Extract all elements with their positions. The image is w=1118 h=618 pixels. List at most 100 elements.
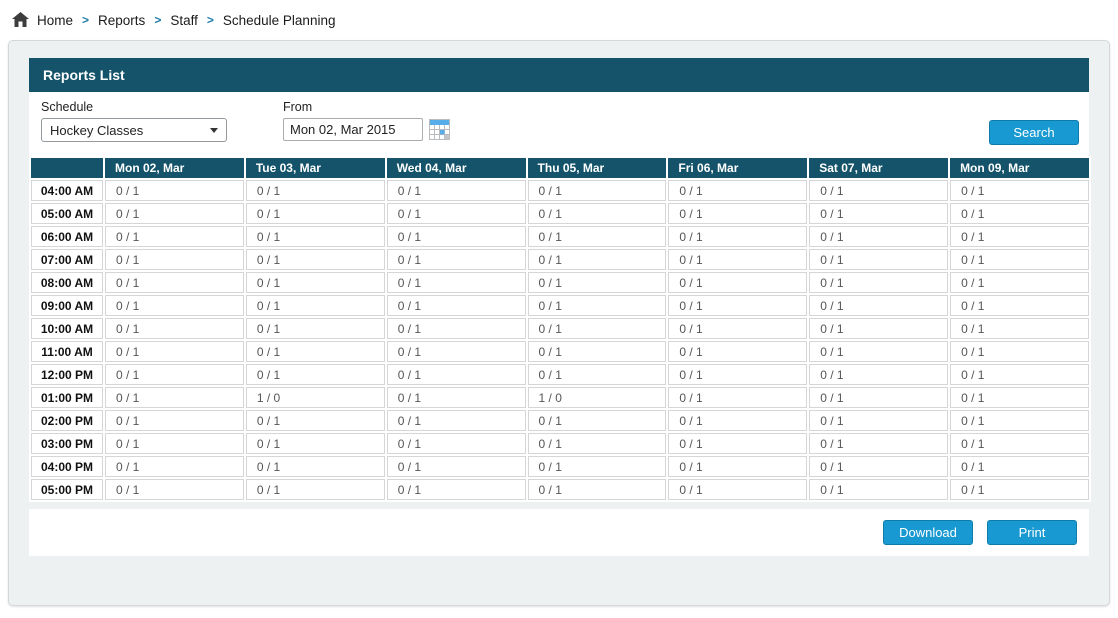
value-cell: 0 / 1 <box>950 364 1089 385</box>
value-cell: 0 / 1 <box>809 387 948 408</box>
schedule-label: Schedule <box>41 100 227 114</box>
time-cell: 03:00 PM <box>31 433 103 454</box>
value-cell: 0 / 1 <box>387 364 526 385</box>
schedule-table-head: Mon 02, MarTue 03, MarWed 04, MarThu 05,… <box>31 158 1089 178</box>
value-cell: 0 / 1 <box>528 410 667 431</box>
value-cell: 0 / 1 <box>387 341 526 362</box>
value-cell: 0 / 1 <box>387 479 526 500</box>
value-cell: 0 / 1 <box>246 272 385 293</box>
table-row: 08:00 AM0 / 10 / 10 / 10 / 10 / 10 / 10 … <box>31 272 1089 293</box>
table-row: 11:00 AM0 / 10 / 10 / 10 / 10 / 10 / 10 … <box>31 341 1089 362</box>
value-cell: 0 / 1 <box>809 203 948 224</box>
breadcrumb-separator: > <box>82 13 89 27</box>
value-cell: 0 / 1 <box>950 180 1089 201</box>
value-cell: 0 / 1 <box>668 456 807 477</box>
breadcrumb-item-home[interactable]: Home <box>37 13 73 28</box>
calendar-icon[interactable] <box>429 119 450 140</box>
filter-area: Schedule Hockey Classes From <box>29 92 1089 156</box>
time-cell: 12:00 PM <box>31 364 103 385</box>
value-cell: 0 / 1 <box>105 226 244 247</box>
value-cell: 0 / 1 <box>246 479 385 500</box>
time-cell: 09:00 AM <box>31 295 103 316</box>
value-cell: 0 / 1 <box>809 456 948 477</box>
breadcrumb-item-reports[interactable]: Reports <box>98 13 145 28</box>
time-cell: 04:00 PM <box>31 456 103 477</box>
value-cell: 0 / 1 <box>105 364 244 385</box>
value-cell: 0 / 1 <box>105 249 244 270</box>
value-cell: 0 / 1 <box>950 456 1089 477</box>
value-cell: 0 / 1 <box>387 456 526 477</box>
value-cell: 0 / 1 <box>246 295 385 316</box>
column-header: Mon 09, Mar <box>950 158 1089 178</box>
breadcrumb-separator: > <box>154 13 161 27</box>
schedule-select[interactable]: Hockey Classes <box>41 118 227 142</box>
schedule-field-group: Schedule Hockey Classes <box>41 100 227 142</box>
value-cell: 0 / 1 <box>668 272 807 293</box>
value-cell: 0 / 1 <box>105 433 244 454</box>
print-button[interactable]: Print <box>987 520 1077 545</box>
download-button[interactable]: Download <box>883 520 973 545</box>
value-cell: 0 / 1 <box>809 341 948 362</box>
search-button[interactable]: Search <box>989 120 1079 145</box>
value-cell: 0 / 1 <box>246 318 385 339</box>
time-cell: 01:00 PM <box>31 387 103 408</box>
value-cell: 0 / 1 <box>668 433 807 454</box>
table-row: 12:00 PM0 / 10 / 10 / 10 / 10 / 10 / 10 … <box>31 364 1089 385</box>
value-cell: 0 / 1 <box>387 295 526 316</box>
value-cell: 0 / 1 <box>528 226 667 247</box>
table-row: 03:00 PM0 / 10 / 10 / 10 / 10 / 10 / 10 … <box>31 433 1089 454</box>
value-cell: 0 / 1 <box>105 410 244 431</box>
value-cell: 0 / 1 <box>105 203 244 224</box>
value-cell: 0 / 1 <box>528 180 667 201</box>
value-cell: 0 / 1 <box>950 479 1089 500</box>
value-cell: 0 / 1 <box>105 180 244 201</box>
value-cell: 0 / 1 <box>950 318 1089 339</box>
table-row: 04:00 AM0 / 10 / 10 / 10 / 10 / 10 / 10 … <box>31 180 1089 201</box>
value-cell: 0 / 1 <box>246 410 385 431</box>
from-date-input[interactable] <box>283 118 423 141</box>
value-cell: 0 / 1 <box>809 433 948 454</box>
table-row: 01:00 PM0 / 11 / 00 / 11 / 00 / 10 / 10 … <box>31 387 1089 408</box>
panel-title: Reports List <box>29 58 1089 92</box>
table-row: 09:00 AM0 / 10 / 10 / 10 / 10 / 10 / 10 … <box>31 295 1089 316</box>
column-header: Fri 06, Mar <box>668 158 807 178</box>
time-cell: 11:00 AM <box>31 341 103 362</box>
value-cell: 1 / 0 <box>246 387 385 408</box>
value-cell: 0 / 1 <box>528 318 667 339</box>
from-label: From <box>283 100 450 114</box>
value-cell: 0 / 1 <box>668 387 807 408</box>
breadcrumb-item-staff[interactable]: Staff <box>170 13 198 28</box>
value-cell: 0 / 1 <box>528 341 667 362</box>
time-cell: 06:00 AM <box>31 226 103 247</box>
breadcrumb-separator: > <box>207 13 214 27</box>
value-cell: 0 / 1 <box>105 272 244 293</box>
table-row: 10:00 AM0 / 10 / 10 / 10 / 10 / 10 / 10 … <box>31 318 1089 339</box>
time-cell: 02:00 PM <box>31 410 103 431</box>
value-cell: 0 / 1 <box>950 387 1089 408</box>
home-icon[interactable] <box>12 12 29 28</box>
value-cell: 0 / 1 <box>387 272 526 293</box>
value-cell: 0 / 1 <box>387 410 526 431</box>
value-cell: 0 / 1 <box>668 318 807 339</box>
value-cell: 0 / 1 <box>668 295 807 316</box>
column-header: Wed 04, Mar <box>387 158 526 178</box>
value-cell: 0 / 1 <box>950 295 1089 316</box>
value-cell: 0 / 1 <box>668 203 807 224</box>
value-cell: 0 / 1 <box>105 318 244 339</box>
value-cell: 0 / 1 <box>528 249 667 270</box>
value-cell: 0 / 1 <box>387 249 526 270</box>
value-cell: 0 / 1 <box>950 249 1089 270</box>
value-cell: 0 / 1 <box>809 272 948 293</box>
value-cell: 0 / 1 <box>387 318 526 339</box>
value-cell: 0 / 1 <box>809 295 948 316</box>
time-cell: 08:00 AM <box>31 272 103 293</box>
column-header: Thu 05, Mar <box>528 158 667 178</box>
column-header: Sat 07, Mar <box>809 158 948 178</box>
table-row: 04:00 PM0 / 10 / 10 / 10 / 10 / 10 / 10 … <box>31 456 1089 477</box>
time-cell: 10:00 AM <box>31 318 103 339</box>
value-cell: 0 / 1 <box>528 272 667 293</box>
value-cell: 0 / 1 <box>668 410 807 431</box>
value-cell: 0 / 1 <box>950 433 1089 454</box>
value-cell: 0 / 1 <box>950 341 1089 362</box>
value-cell: 0 / 1 <box>105 387 244 408</box>
